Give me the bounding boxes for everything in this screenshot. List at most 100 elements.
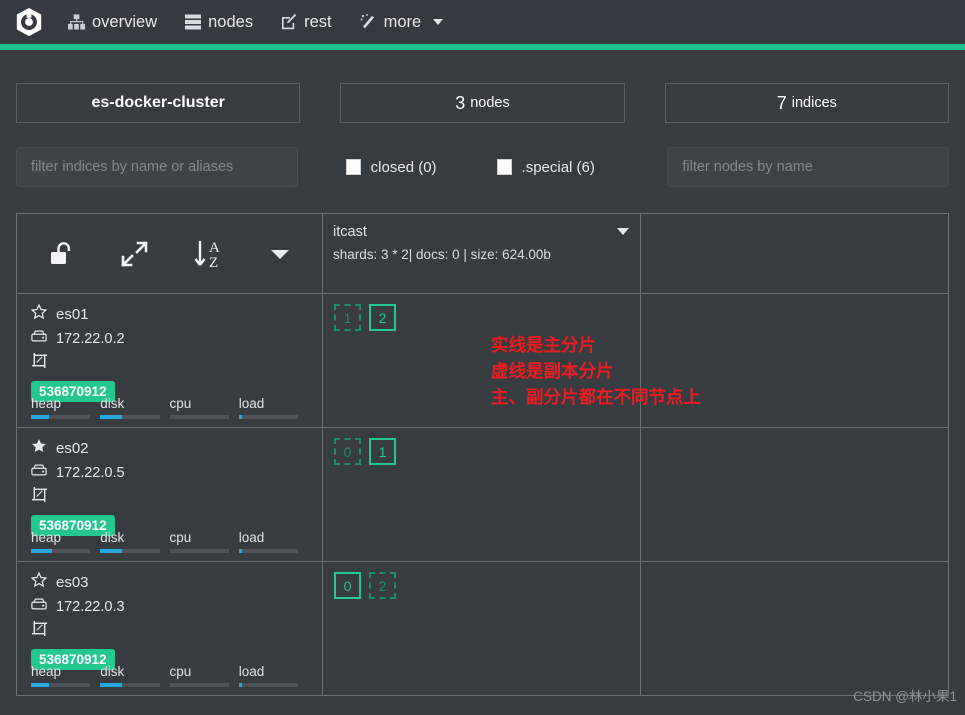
cluster-name: es-docker-cluster [91, 94, 225, 111]
metric-label: cpu [169, 396, 192, 411]
cerebro-logo[interactable] [12, 5, 46, 39]
unlock-icon[interactable] [47, 239, 77, 269]
metric-label: load [238, 664, 265, 679]
row-spacer [641, 562, 948, 695]
shard-box[interactable]: 2 [369, 304, 396, 331]
row-spacer [641, 294, 948, 427]
metric-label: heap [31, 530, 62, 545]
sitemap-icon [68, 14, 85, 30]
metric-track [100, 683, 160, 687]
shard-box[interactable]: 2 [369, 572, 396, 599]
hard-drive-icon [31, 329, 47, 348]
checkbox-box-closed[interactable] [345, 159, 361, 175]
metric-label: heap [31, 664, 62, 679]
index-menu-caret-icon[interactable] [617, 228, 629, 235]
metric-disk: disk [100, 396, 169, 419]
svg-text:Z: Z [209, 255, 218, 271]
metric-fill [100, 549, 122, 553]
star-outline-icon [30, 571, 48, 593]
server-list-icon [185, 14, 202, 30]
shard-box[interactable]: 0 [334, 438, 361, 465]
metric-track [31, 415, 91, 419]
data-node-icon [31, 486, 48, 508]
metric-track [238, 683, 298, 687]
data-node-icon [31, 352, 48, 374]
nav-label-rest: rest [304, 12, 332, 31]
metric-disk: disk [100, 530, 169, 553]
cluster-name-box[interactable]: es-docker-cluster [16, 83, 301, 123]
svg-text:A: A [209, 240, 220, 256]
closed-indices-label: closed (0) [370, 158, 437, 176]
nodes-count-box[interactable]: 3 nodes [340, 83, 625, 123]
nodes-count: 3 [455, 92, 466, 113]
indices-count-label: indices [791, 95, 837, 111]
nav-item-overview[interactable]: overview [68, 13, 157, 32]
table-row: es03 172.22.0.3 536870912 heap disk cpu … [17, 562, 948, 696]
shard-box[interactable]: 1 [369, 438, 396, 465]
metric-heap: heap [31, 664, 100, 687]
chevron-down-icon[interactable] [433, 19, 444, 25]
sort-az-icon[interactable]: A Z [191, 237, 225, 271]
metric-fill [238, 415, 243, 419]
star-outline-icon [30, 303, 48, 325]
index-meta: shards: 3 * 2| docs: 0 | size: 624.00b [333, 247, 551, 262]
metric-cpu: cpu [169, 530, 239, 553]
nodes-filter-input[interactable] [667, 147, 950, 187]
metric-track [169, 683, 229, 687]
indices-filter-input[interactable] [16, 147, 298, 187]
grid-header-spacer [641, 214, 948, 293]
index-name: itcast [333, 224, 367, 240]
metric-label: load [238, 530, 265, 545]
indices-filter-cell [16, 147, 298, 187]
nav-label-more: more [383, 12, 422, 31]
filters-row: closed (0) .special (6) [0, 123, 965, 187]
node-metrics: heap disk cpu load [31, 530, 308, 553]
data-node-icon [31, 620, 48, 642]
indices-count: 7 [776, 92, 787, 113]
closed-indices-checkbox[interactable]: closed (0) [345, 158, 437, 176]
indices-count-box[interactable]: 7 indices [664, 83, 949, 123]
shard-box[interactable]: 1 [334, 304, 361, 331]
metric-disk: disk [100, 664, 169, 687]
metric-label: disk [100, 396, 125, 411]
node-metrics: heap disk cpu load [31, 396, 308, 419]
node-ip: 172.22.0.2 [56, 330, 125, 347]
magic-wand-icon [360, 14, 377, 30]
nodes-count-label: nodes [470, 95, 510, 111]
special-indices-checkbox[interactable]: .special (6) [496, 158, 595, 176]
nav-item-nodes[interactable]: nodes [185, 13, 253, 32]
expand-arrows-icon[interactable] [120, 240, 148, 268]
metric-load: load [238, 396, 308, 419]
metric-track [100, 549, 160, 553]
shard-box[interactable]: 0 [334, 572, 361, 599]
metric-label: load [238, 396, 265, 411]
metric-load: load [238, 530, 308, 553]
metric-heap: heap [31, 396, 100, 419]
index-checkbox-group: closed (0) .special (6) [338, 159, 628, 176]
nav-item-rest[interactable]: rest [281, 13, 332, 32]
grid-toolbar-cell: A Z [17, 214, 323, 293]
caret-down-icon[interactable] [268, 246, 292, 262]
hard-drive-icon [31, 597, 47, 616]
nav-item-more[interactable]: more [360, 13, 444, 32]
watermark: CSDN @林小果1 [853, 689, 957, 704]
special-indices-label: .special (6) [521, 158, 595, 176]
star-filled-icon [31, 438, 47, 459]
shards-cell-es03: 0 2 [323, 562, 641, 695]
metric-track [100, 415, 160, 419]
metric-track [169, 415, 229, 419]
metric-cpu: cpu [169, 664, 239, 687]
hard-drive-icon [31, 463, 47, 482]
node-ip: 172.22.0.3 [56, 598, 125, 615]
metric-fill [238, 549, 243, 553]
index-header-cell: itcast shards: 3 * 2| docs: 0 | size: 62… [323, 214, 641, 293]
metric-track [31, 683, 91, 687]
metric-track [169, 549, 229, 553]
metric-cpu: cpu [169, 396, 239, 419]
nav-label-overview: overview [92, 12, 158, 31]
index-toolbar: A Z [17, 214, 322, 293]
node-name: es02 [56, 440, 89, 457]
checkbox-box-special[interactable] [496, 159, 512, 175]
metric-fill [100, 683, 122, 687]
node-cell-es01: es01 172.22.0.2 536870912 heap disk cpu … [17, 294, 323, 427]
